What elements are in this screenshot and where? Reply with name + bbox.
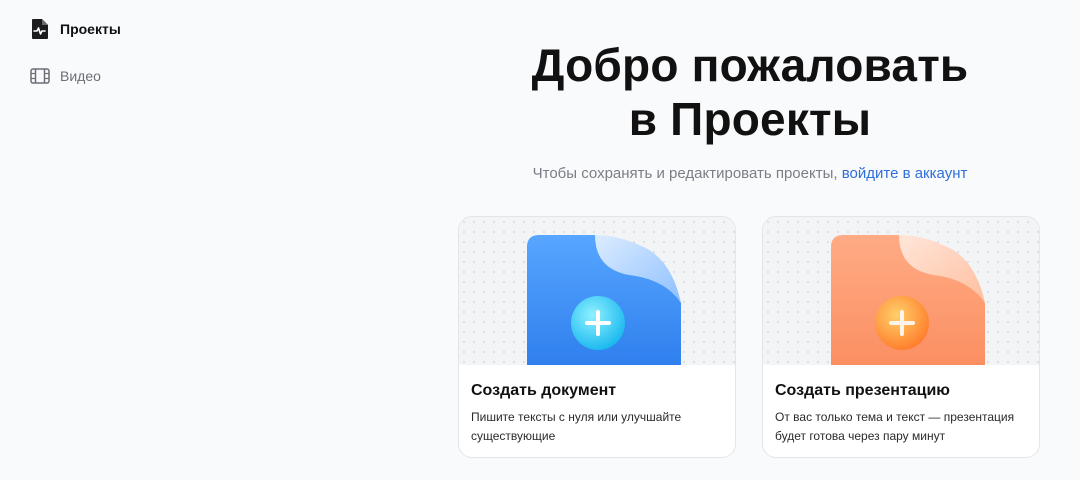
page-title: Добро пожаловать в Проекты: [458, 38, 1042, 146]
main-content: Добро пожаловать в Проекты Чтобы сохраня…: [458, 0, 1042, 480]
sidebar: Проекты Видео: [0, 0, 300, 480]
film-icon: [30, 67, 50, 85]
page-title-line1: Добро пожаловать: [531, 39, 969, 91]
sidebar-item-label: Проекты: [60, 21, 121, 37]
create-presentation-card[interactable]: Создать презентацию От вас только тема и…: [762, 216, 1040, 458]
card-description: Пишите тексты с нуля или улучшайте сущес…: [471, 410, 682, 443]
sidebar-item-video[interactable]: Видео: [30, 67, 101, 85]
document-spark-icon: [30, 18, 50, 40]
sidebar-item-label: Видео: [60, 68, 101, 84]
create-presentation-preview: [763, 217, 1039, 365]
sidebar-item-projects[interactable]: Проекты: [30, 18, 121, 40]
orange-document-plus-icon: [831, 235, 985, 365]
subtitle-text: Чтобы сохранять и редактировать проекты,: [532, 165, 838, 182]
page-title-line2: в Проекты: [628, 93, 872, 145]
create-document-card[interactable]: Создать документ Пишите тексты с нуля ил…: [458, 216, 736, 458]
create-document-preview: [459, 217, 735, 365]
blue-document-plus-icon: [527, 235, 681, 365]
login-link[interactable]: войдите в аккаунт: [842, 165, 968, 182]
card-description: От вас только тема и текст — презентация…: [775, 410, 1015, 443]
card-title: Создать презентацию: [775, 382, 950, 399]
subtitle: Чтобы сохранять и редактировать проекты,…: [458, 165, 1042, 182]
card-title: Создать документ: [471, 382, 617, 399]
